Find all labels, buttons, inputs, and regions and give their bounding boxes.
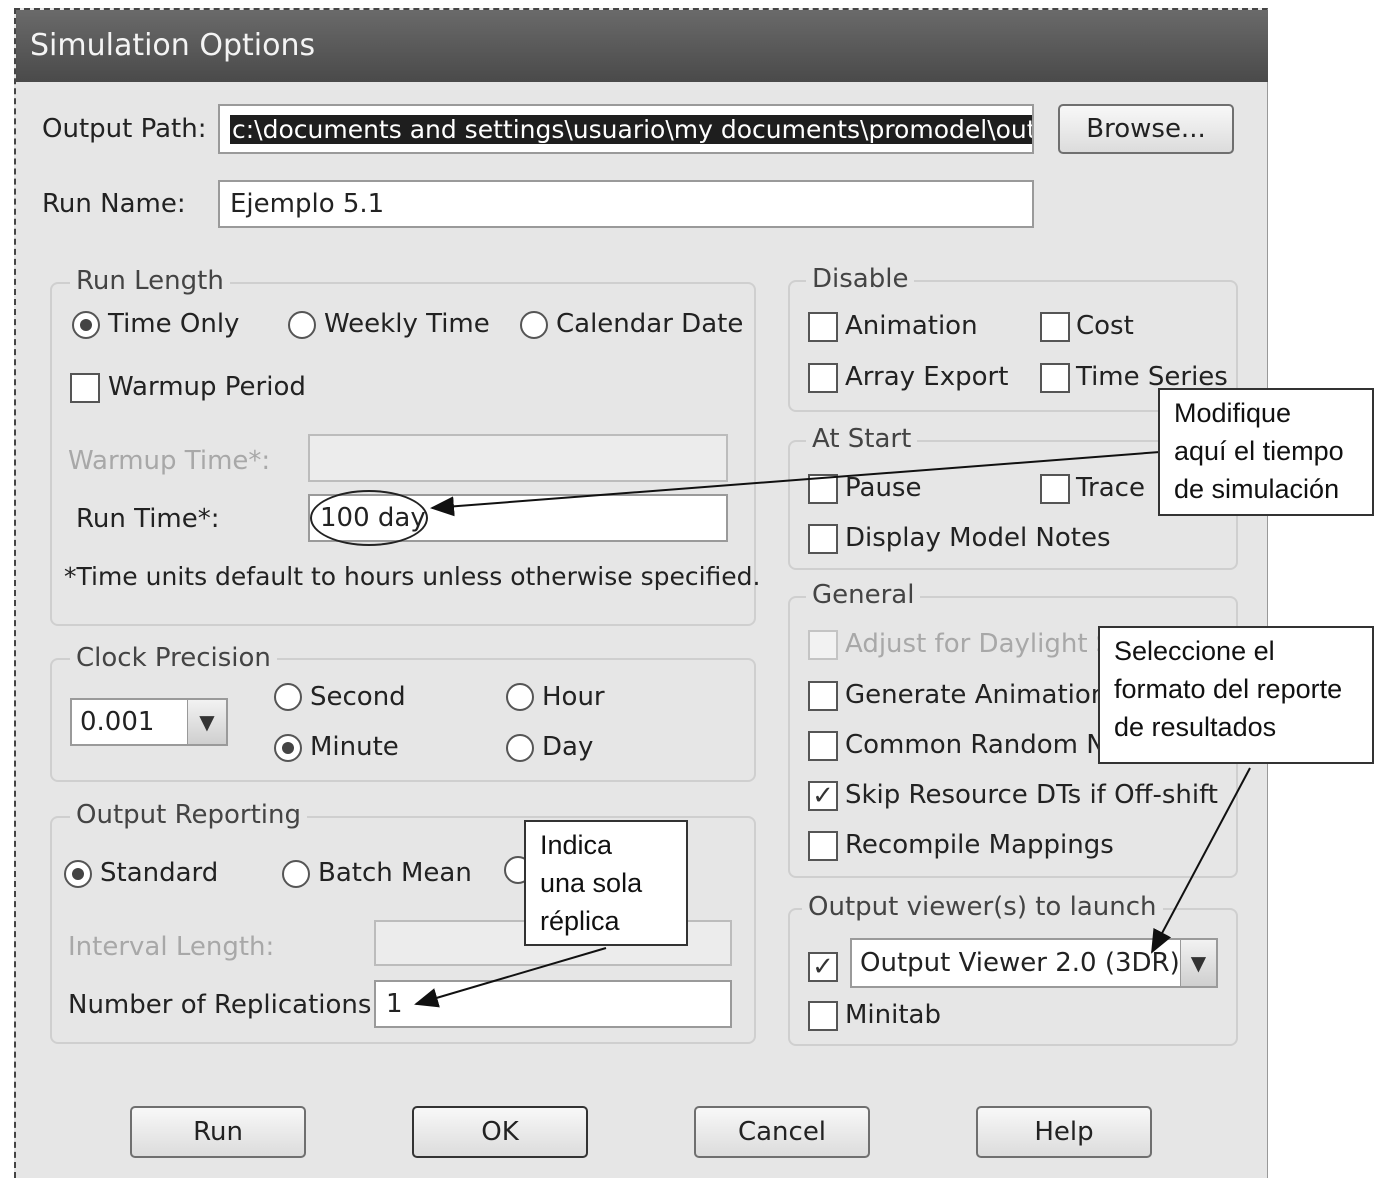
report-format-callout: Seleccione el formato del reporte de res… <box>1098 626 1374 764</box>
callout-line: réplica <box>540 906 620 936</box>
callout-line: Seleccione el <box>1114 636 1275 666</box>
report-format-arrow <box>1151 767 1251 954</box>
run-time-arrow <box>430 451 1161 517</box>
callout-line: Modifique <box>1174 398 1292 428</box>
callout-line: formato del reporte <box>1114 674 1343 704</box>
callout-line: de simulación <box>1174 474 1340 504</box>
replications-arrow <box>414 947 607 1008</box>
callout-line: una sola <box>540 868 643 898</box>
annotation-arrows <box>414 451 1251 1008</box>
callout-line: Indica <box>540 830 613 860</box>
callout-line: aquí el tiempo <box>1174 436 1344 466</box>
run-time-callout: Modifique aquí el tiempo de simulación <box>1158 388 1374 516</box>
callout-line: de resultados <box>1114 712 1277 742</box>
replication-callout: Indica una sola réplica <box>524 820 688 946</box>
